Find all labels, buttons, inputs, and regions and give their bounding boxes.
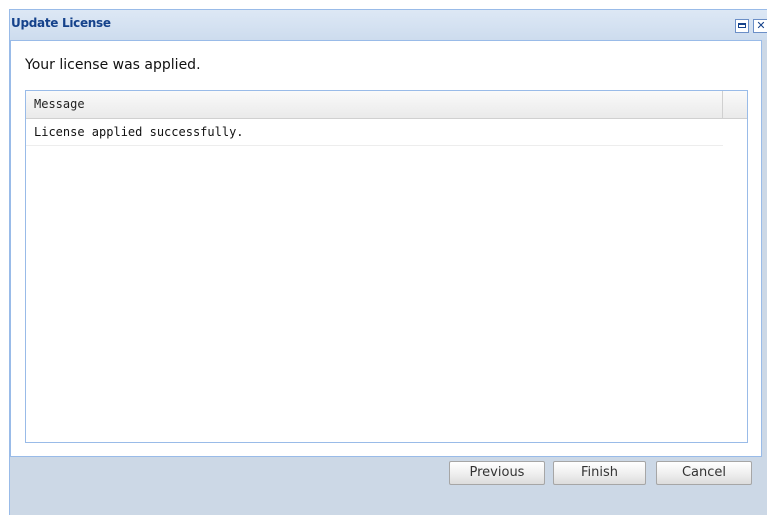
update-license-dialog: Update License ✕ Your license was applie… [9, 9, 767, 515]
table-row[interactable]: License applied successfully. [26, 119, 723, 146]
finish-button[interactable]: Finish [553, 461, 646, 485]
grid-header: Message [26, 91, 747, 119]
dialog-titlebar[interactable]: Update License ✕ [10, 10, 767, 40]
cancel-button[interactable]: Cancel [656, 461, 752, 485]
previous-button[interactable]: Previous [449, 461, 545, 485]
maximize-icon[interactable] [735, 19, 749, 33]
close-icon[interactable]: ✕ [753, 19, 767, 33]
dialog-footer [10, 457, 767, 515]
column-header-message[interactable]: Message [26, 91, 723, 118]
dialog-body: Your license was applied. Message Licens… [10, 40, 762, 457]
status-message: Your license was applied. [25, 57, 201, 73]
message-grid: Message License applied successfully. [25, 90, 748, 443]
dialog-title: Update License [11, 16, 111, 30]
